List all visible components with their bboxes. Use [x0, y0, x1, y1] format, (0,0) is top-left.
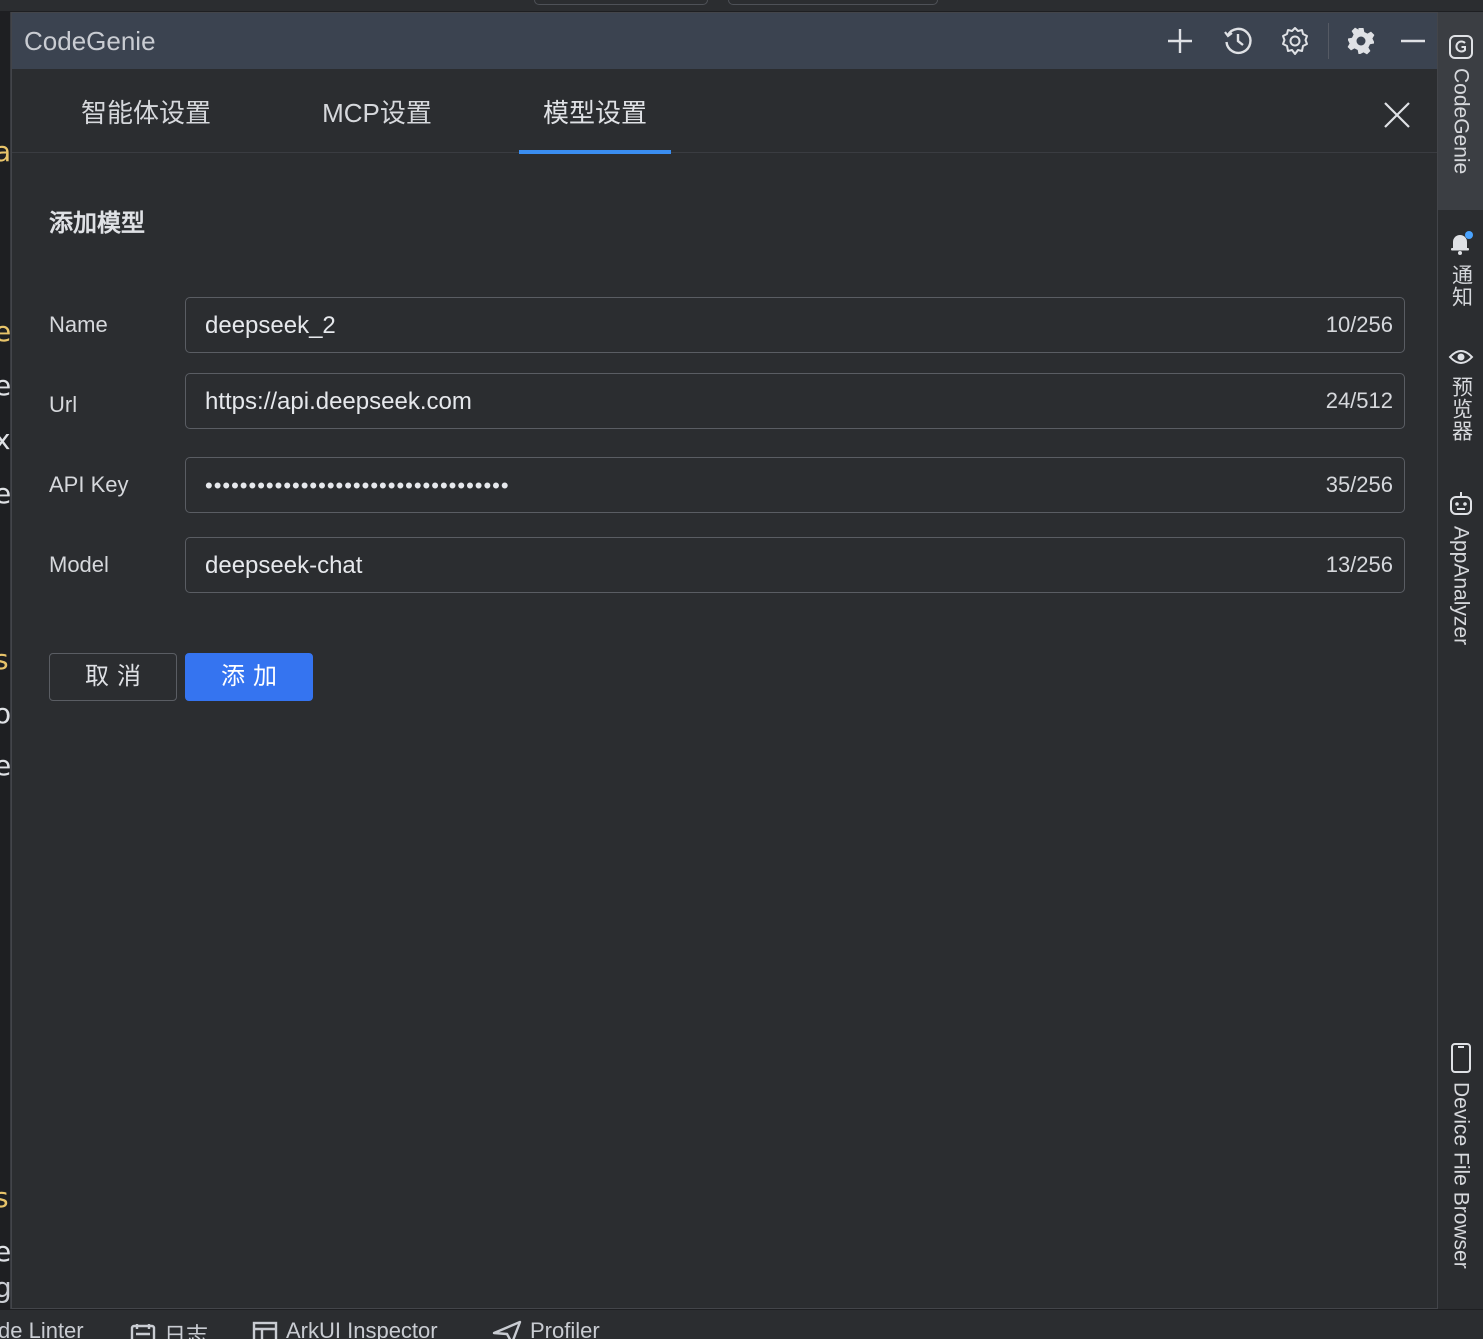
codegenie-tool-window: CodeGenie 智能体设置 MCP设置 模型设置 添加模型 Name dee…: [11, 12, 1438, 1309]
tool-window-title: CodeGenie: [24, 26, 156, 56]
gutter-char: l: [0, 86, 2, 114]
inspector-icon: [252, 1321, 278, 1339]
profiler-icon: [492, 1320, 522, 1339]
minimize-icon[interactable]: [1397, 25, 1429, 57]
toolbar-separator: [1328, 23, 1329, 59]
name-input[interactable]: deepseek_2 10/256: [185, 297, 1405, 353]
gutter-char: s: [0, 643, 9, 676]
settings-icon[interactable]: [1279, 25, 1311, 57]
tab-model-settings[interactable]: 模型设置: [519, 69, 671, 154]
gutter-char: s: [0, 1181, 9, 1214]
cancel-button[interactable]: 取消: [49, 653, 177, 701]
editor-gutter: l a e e x e s o e s e g: [0, 12, 11, 1309]
section-title: 添加模型: [49, 210, 145, 237]
tool-profiler[interactable]: Profiler: [492, 1318, 600, 1339]
log-icon: [130, 1324, 156, 1339]
field-label: Name: [49, 312, 108, 337]
field-label: Model: [49, 552, 109, 577]
gutter-char: x: [0, 423, 11, 456]
input-value: deepseek_2: [205, 312, 336, 339]
close-icon[interactable]: [1383, 101, 1411, 129]
field-label: API Key: [49, 472, 129, 497]
tool-codegenie[interactable]: CodeGenie: [1438, 34, 1483, 174]
tool-label: CodeGenie: [1449, 68, 1473, 175]
tool-label: 预览器: [1449, 376, 1473, 442]
add-button[interactable]: 添加: [185, 653, 313, 701]
settings-tabs: 智能体设置 MCP设置 模型设置: [12, 69, 1437, 154]
tool-label: 日志: [164, 1323, 209, 1339]
char-counter: 24/512: [1325, 388, 1393, 413]
robot-icon: [1449, 492, 1472, 515]
eye-icon: [1448, 350, 1473, 364]
tool-log[interactable]: 日志: [130, 1318, 208, 1339]
tool-device-file-browser[interactable]: Device File Browser: [1438, 1042, 1483, 1269]
history-icon[interactable]: [1222, 25, 1254, 57]
tool-label: de Linter: [0, 1318, 84, 1339]
tool-notifications[interactable]: 通知: [1438, 230, 1483, 308]
field-row-url: Url https://api.deepseek.com 24/512: [49, 373, 1405, 429]
tool-label: Profiler: [530, 1318, 600, 1339]
tool-label: Device File Browser: [1449, 1082, 1473, 1269]
char-counter: 10/256: [1325, 312, 1393, 337]
input-value: •••••••••••••••••••••••••••••••••••: [205, 473, 510, 498]
codegenie-icon: [1448, 35, 1473, 59]
tool-label: 通知: [1449, 264, 1473, 308]
field-row-api-key: API Key ••••••••••••••••••••••••••••••••…: [49, 457, 1405, 513]
editor-tab-stub[interactable]: [534, 0, 708, 5]
model-input[interactable]: deepseek-chat 13/256: [185, 537, 1405, 593]
bell-icon: [1450, 231, 1473, 255]
input-value: deepseek-chat: [205, 552, 363, 579]
field-row-model: Model deepseek-chat 13/256: [49, 537, 1405, 593]
tool-appanalyzer[interactable]: AppAnalyzer: [1438, 490, 1483, 645]
tool-label: AppAnalyzer: [1449, 526, 1473, 646]
field-label: Url: [49, 392, 78, 417]
top-tab-strip: [0, 0, 1483, 12]
bottom-tool-strip: de Linter 日志 ArkUI Inspector Profiler: [0, 1309, 1483, 1339]
api-key-input[interactable]: ••••••••••••••••••••••••••••••••••• 35/2…: [185, 457, 1405, 513]
tool-code-linter[interactable]: de Linter: [0, 1318, 84, 1339]
field-row-name: Name deepseek_2 10/256: [49, 297, 1405, 353]
phone-icon: [1450, 1043, 1471, 1073]
tool-window-title-bar: CodeGenie: [12, 13, 1437, 69]
plus-icon[interactable]: [1164, 25, 1196, 57]
input-value: https://api.deepseek.com: [205, 388, 472, 415]
char-counter: 35/256: [1325, 472, 1393, 497]
editor-tab-stub[interactable]: [728, 0, 938, 5]
char-counter: 13/256: [1325, 552, 1393, 577]
tool-arkui-inspector[interactable]: ArkUI Inspector: [252, 1318, 438, 1339]
tab-agent-settings[interactable]: 智能体设置: [66, 69, 226, 153]
gear-icon[interactable]: [1345, 25, 1377, 57]
tab-mcp-settings[interactable]: MCP设置: [308, 69, 446, 153]
tool-previewer[interactable]: 预览器: [1438, 346, 1483, 442]
tool-label: ArkUI Inspector: [286, 1318, 438, 1339]
url-input[interactable]: https://api.deepseek.com 24/512: [185, 373, 1405, 429]
right-tool-strip: CodeGenie 通知 预览器 AppAnalyzer Device File…: [1438, 12, 1483, 1309]
